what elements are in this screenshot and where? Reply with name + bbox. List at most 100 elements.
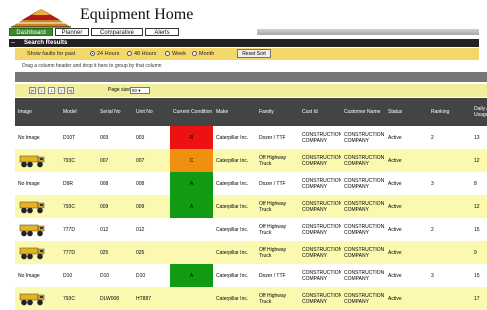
column-header-current-condition[interactable]: Current Condition [170, 98, 213, 126]
radio-month[interactable] [192, 51, 197, 56]
table-row[interactable]: 793C 007 007 C Caterpillar Inc. Off Highway T… [15, 149, 487, 172]
last-page-button[interactable]: »| [67, 87, 74, 94]
column-header-model[interactable]: Model [60, 98, 97, 126]
cell-make: Caterpillar Inc. [216, 157, 249, 164]
cell-daily-avg-usage: 17 [474, 295, 480, 302]
table-row[interactable]: 777D 025 025 Caterpillar Inc. Off Highway Tr… [15, 241, 487, 264]
current-page-number[interactable]: 1 [48, 87, 55, 94]
cell-status: Active [388, 295, 402, 302]
table-row[interactable]: 777D 012 012 Caterpillar Inc. Off Highway Tr… [15, 218, 487, 241]
cell-unit-no: 025 [136, 249, 145, 256]
condition-indicator: R [170, 126, 213, 149]
grid-header-row: Image Model Serial No Unit No Current Condit… [15, 98, 487, 126]
cell-make: Caterpillar Inc. [216, 203, 249, 210]
group-by-drop-zone[interactable] [15, 72, 487, 82]
tab-dashboard[interactable]: Dashboard [9, 28, 53, 36]
cell-model: D10 [63, 272, 73, 279]
cell-status: Active [388, 180, 402, 187]
tab-planner[interactable]: Planner [55, 28, 89, 36]
column-header-serial-no[interactable]: Serial No [97, 98, 133, 126]
collapse-icon[interactable]: – [9, 39, 17, 47]
column-header-unit-no[interactable]: Unit No [133, 98, 170, 126]
table-row[interactable]: 793C DLW008 HT887 Caterpillar Inc. Off Highw… [15, 287, 487, 310]
cell-image: No Image [18, 134, 40, 141]
cell-ranking [428, 241, 471, 264]
cell-ranking: 2 [431, 226, 434, 233]
cell-family: Off Highway Truck [259, 154, 287, 167]
condition-indicator [170, 218, 213, 241]
cell-cust-id: CONSTRUCTION COMPANY [302, 223, 341, 236]
cell-unit-no: 009 [136, 203, 145, 210]
column-header-cust-id[interactable]: Cust Id [299, 98, 341, 126]
cell-family: Off Highway Truck [259, 246, 287, 259]
cell-family: Off Highway Truck [259, 292, 287, 305]
cell-daily-avg-usage: 8 [474, 180, 477, 187]
cell-serial-no: 025 [100, 249, 109, 256]
radio-week[interactable] [165, 51, 170, 56]
haul-truck-icon [19, 247, 45, 259]
cell-cust-id: CONSTRUCTION COMPANY [302, 131, 341, 144]
page-size-select[interactable]: 50 ▾ [130, 87, 150, 94]
column-header-family[interactable]: Family [256, 98, 299, 126]
column-header-daily-avg-usage[interactable]: Daily Avg Usage [471, 98, 487, 126]
condition-indicator: A [170, 264, 213, 287]
cell-model: 793C [63, 203, 75, 210]
cell-daily-avg-usage: 12 [474, 157, 480, 164]
cell-model: 777D [63, 249, 75, 256]
radio-48-hours[interactable] [127, 51, 132, 56]
column-header-ranking[interactable]: Ranking [428, 98, 471, 126]
cell-ranking [428, 149, 471, 172]
cell-family: Dozer / TTF [259, 134, 286, 141]
cell-make: Caterpillar Inc. [216, 180, 249, 187]
search-results-header: – Search Results [9, 39, 479, 47]
cell-unit-no: 007 [136, 157, 145, 164]
tab-comparative[interactable]: Comparative [91, 28, 143, 36]
cell-unit-no: 012 [136, 226, 145, 233]
cell-ranking [428, 195, 471, 218]
cell-cust-id: CONSTRUCTION COMPANY [302, 246, 341, 259]
equipment-logo [11, 9, 71, 28]
cell-ranking [428, 287, 471, 310]
cell-ranking: 3 [431, 180, 434, 187]
condition-indicator: A [170, 172, 213, 195]
column-header-customer-name[interactable]: Customer Name [341, 98, 385, 126]
page-size-label: Page size: [108, 87, 132, 93]
cell-make: Caterpillar Inc. [216, 249, 249, 256]
table-row[interactable]: No Image D10T 003 003 R Caterpillar Inc. Dozer… [15, 126, 487, 149]
cell-cust-id: CONSTRUCTION COMPANY [302, 154, 341, 167]
reset-sort-button[interactable]: Reset Sort [237, 49, 271, 58]
cell-family: Dozer / TTF [259, 272, 286, 279]
column-header-make[interactable]: Make [213, 98, 256, 126]
pager-bar: |« ‹ 1 › »| Page size: 50 ▾ [15, 84, 487, 97]
filter-label: Show faults for past [27, 51, 76, 57]
cell-cust-id: CONSTRUCTION COMPANY [302, 269, 341, 282]
cell-customer-name: CONSTRUCTION COMPANY [344, 131, 385, 144]
cell-model: D10T [63, 134, 76, 141]
fault-filter-bar: Show faults for past 24 Hours 48 Hours W… [15, 48, 479, 60]
cell-customer-name: CONSTRUCTION COMPANY [344, 154, 385, 167]
cell-model: D9R [63, 180, 74, 187]
first-page-button[interactable]: |« [29, 87, 36, 94]
table-row[interactable]: 793C 009 009 A Caterpillar Inc. Off Highway T… [15, 195, 487, 218]
cell-unit-no: D10 [136, 272, 146, 279]
table-row[interactable]: No Image D10 D10 D10 A Caterpillar Inc. Dozer … [15, 264, 487, 287]
cell-status: Active [388, 157, 402, 164]
radio-24-hours[interactable] [90, 51, 95, 56]
condition-indicator [170, 287, 213, 310]
tab-alerts[interactable]: Alerts [145, 28, 179, 36]
table-row[interactable]: No Image D9R 008 008 A Caterpillar Inc. Dozer … [15, 172, 487, 195]
cell-daily-avg-usage: 15 [474, 226, 480, 233]
column-header-status[interactable]: Status [385, 98, 428, 126]
next-page-button[interactable]: › [58, 87, 65, 94]
cell-family: Off Highway Truck [259, 200, 287, 213]
cell-status: Active [388, 249, 402, 256]
prev-page-button[interactable]: ‹ [38, 87, 45, 94]
cell-unit-no: 008 [136, 180, 145, 187]
cell-model: 777D [63, 226, 75, 233]
cell-image: No Image [18, 180, 40, 187]
cell-serial-no: 009 [100, 203, 109, 210]
cell-customer-name: CONSTRUCTION COMPANY [344, 246, 385, 259]
cell-unit-no: 003 [136, 134, 145, 141]
column-header-image[interactable]: Image [15, 98, 60, 126]
cell-family: Dozer / TTF [259, 180, 286, 187]
